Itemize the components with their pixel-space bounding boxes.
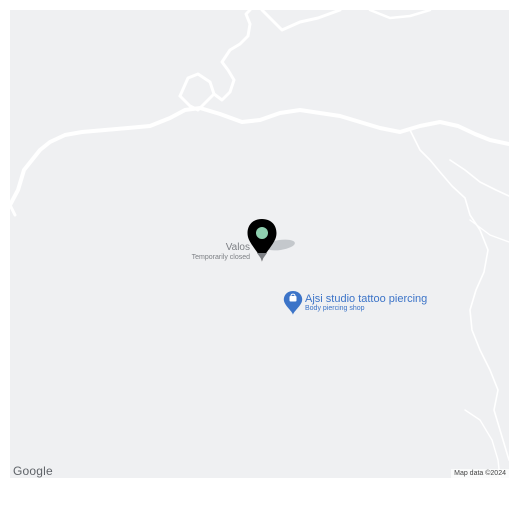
shopping-bag-icon [283,291,303,315]
road-main [10,106,509,207]
place-name: Valos [225,242,250,253]
poi-label[interactable]: Ajsi studio tattoo piercing Body piercin… [305,293,427,312]
road-left [10,203,17,217]
google-logo: Google [13,464,53,478]
road-upper-right [260,10,342,32]
poi-name: Ajsi studio tattoo piercing [305,293,428,305]
road-right-thin-2 [449,159,509,197]
place-small-pin [257,253,267,260]
road-right-thin-3 [464,409,501,478]
map-canvas[interactable]: Valos Temporarily closed Ajsi studio tat… [10,10,509,478]
map-data-attribution[interactable]: Map data ©2024 [451,469,509,478]
road-network [10,10,509,478]
marker-dot [256,227,268,239]
poi-category: Body piercing shop [305,305,365,312]
place-status: Temporarily closed [191,254,250,261]
road-hairpin [178,10,252,102]
road-upper-right-2 [368,10,432,20]
place-label-valos[interactable]: Valos Temporarily closed [130,242,250,262]
